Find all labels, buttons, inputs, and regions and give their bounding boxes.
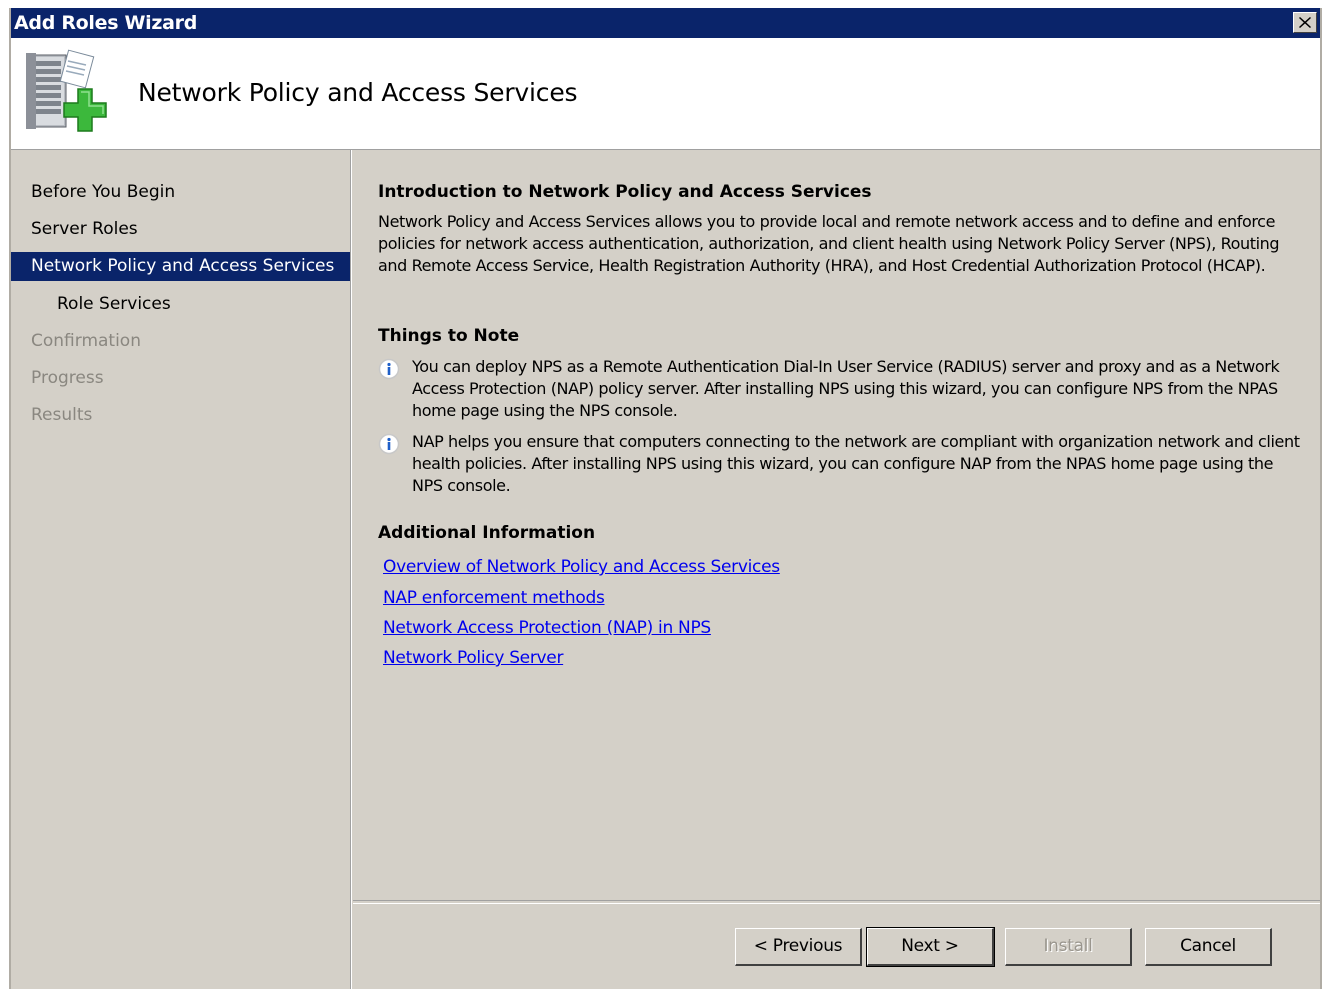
add-roles-wizard-window: Add Roles Wizard Network Policy and Acce… [9, 8, 1322, 989]
link-nap-enforcement-methods[interactable]: NAP enforcement methods [383, 588, 605, 608]
close-icon [1299, 17, 1311, 28]
next-button[interactable]: Next > [866, 927, 995, 967]
page-heading: Network Policy and Access Services [138, 78, 578, 107]
info-icon [378, 433, 400, 455]
wizard-steps-sidebar: Before You Begin Server Roles Network Po… [11, 150, 352, 989]
step-progress: Progress [31, 368, 104, 388]
install-button: Install [1005, 928, 1132, 966]
close-button[interactable] [1293, 12, 1317, 33]
server-add-role-icon [26, 49, 107, 132]
cancel-button[interactable]: Cancel [1145, 928, 1272, 966]
wizard-header: Network Policy and Access Services [11, 38, 1320, 150]
link-nap-in-nps[interactable]: Network Access Protection (NAP) in NPS [383, 618, 711, 638]
intro-text: Network Policy and Access Services allow… [378, 212, 1280, 275]
window-title: Add Roles Wizard [14, 12, 198, 34]
note-text: You can deploy NPS as a Remote Authentic… [412, 357, 1280, 420]
button-separator [353, 900, 1320, 904]
step-confirmation: Confirmation [31, 331, 141, 351]
notes-title: Things to Note [378, 326, 520, 346]
step-results: Results [31, 405, 93, 425]
intro-title: Introduction to Network Policy and Acces… [378, 182, 872, 202]
step-role-services[interactable]: Role Services [11, 290, 350, 319]
previous-button[interactable]: < Previous [735, 928, 862, 966]
link-overview-npas[interactable]: Overview of Network Policy and Access Se… [383, 557, 780, 577]
info-icon [378, 358, 400, 380]
note-text: NAP helps you ensure that computers conn… [412, 432, 1300, 495]
wizard-content: Introduction to Network Policy and Acces… [353, 150, 1320, 989]
step-server-roles[interactable]: Server Roles [11, 215, 350, 244]
link-network-policy-server[interactable]: Network Policy Server [383, 648, 563, 668]
step-network-policy-and-access-services[interactable]: Network Policy and Access Services [11, 252, 350, 281]
sidebar-divider [350, 150, 351, 989]
title-bar[interactable]: Add Roles Wizard [11, 8, 1320, 38]
step-before-you-begin[interactable]: Before You Begin [11, 178, 350, 207]
additional-info-title: Additional Information [378, 523, 596, 543]
